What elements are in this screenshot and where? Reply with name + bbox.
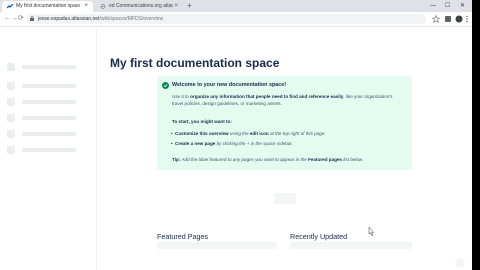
- new-tab-button[interactable]: +: [187, 0, 192, 12]
- forward-button[interactable]: →: [11, 13, 18, 25]
- screen-edge: [472, 0, 480, 270]
- skeleton-bar: [22, 84, 76, 88]
- tip-bold: Featured pages: [308, 157, 343, 162]
- skeleton-bar: [22, 116, 76, 120]
- url-host: jesse.espadas.atlassian.net: [38, 16, 100, 22]
- skeleton-icon: [7, 130, 15, 138]
- url-text: jesse.espadas.atlassian.net/wiki/spaces/…: [38, 14, 163, 24]
- panel-intro: Use it to organize any information that …: [172, 94, 404, 107]
- skeleton-bar: [22, 65, 76, 69]
- browser-toolbar: ← → ⟳ jesse.espadas.atlassian.net/wiki/s…: [0, 12, 472, 27]
- panel-heading: Welcome to your new documentation space!: [172, 82, 287, 88]
- address-bar[interactable]: jesse.espadas.atlassian.net/wiki/spaces/…: [26, 14, 426, 24]
- featured-pages-skeleton: [157, 242, 277, 249]
- confluence-icon: [7, 4, 13, 9]
- close-window-button[interactable]: ✕: [460, 0, 465, 12]
- lock-icon: [30, 16, 34, 21]
- bullet-bold: Create a new page: [175, 141, 216, 146]
- featured-pages-heading: Featured Pages: [157, 232, 209, 241]
- loading-placeholder: [274, 193, 296, 204]
- tab-close-icon[interactable]: ×: [84, 1, 88, 12]
- start-text: To start, you might want to:: [172, 119, 232, 124]
- extension-icon[interactable]: [444, 15, 452, 23]
- reload-button[interactable]: ⟳: [18, 13, 24, 25]
- bullet-text: by clicking the + in the space sidebar.: [215, 141, 293, 146]
- recently-updated-heading: Recently Updated: [290, 232, 348, 241]
- tab-close-icon[interactable]: ×: [174, 1, 178, 12]
- info-panel: Welcome to your new documentation space!…: [157, 76, 412, 170]
- recently-updated-skeleton: [290, 242, 412, 249]
- skeleton-icon: [7, 82, 15, 90]
- menu-kebab-icon[interactable]: [465, 15, 469, 23]
- browser-window: My first documentation space × ed Commun…: [0, 0, 472, 270]
- globe-icon: [100, 4, 106, 9]
- back-button[interactable]: ←: [4, 13, 11, 25]
- page-title: My first documentation space: [110, 56, 280, 70]
- help-button[interactable]: [455, 258, 465, 268]
- star-icon[interactable]: [432, 15, 440, 23]
- skeleton-bar: [22, 132, 76, 136]
- bullet-bold: Customize this overview: [175, 131, 229, 136]
- url-path: /wiki/spaces/MFDS/overview: [99, 16, 164, 22]
- tab-documentation-space[interactable]: My first documentation space ×: [2, 1, 93, 12]
- tab-communications[interactable]: ed Communications.org atlassia... ×: [95, 1, 183, 12]
- tab-bar: My first documentation space × ed Commun…: [0, 0, 472, 12]
- panel-tip: Tip: Add the label featured to any pages…: [172, 157, 404, 164]
- profile-avatar-icon[interactable]: [455, 15, 463, 23]
- maximize-button[interactable]: ☐: [445, 0, 450, 12]
- space-sidebar-skeleton: [0, 27, 96, 270]
- tab-title: ed Communications.org atlassia...: [109, 3, 173, 9]
- mouse-cursor-icon: [368, 227, 374, 236]
- bullet-text: at the top right of this page.: [268, 131, 326, 136]
- panel-start-text: To start, you might want to:: [172, 119, 404, 126]
- skeleton-icon: [7, 114, 15, 122]
- skeleton-bar: [22, 100, 76, 104]
- panel-bullet: Customize this overview using the edit i…: [171, 131, 326, 137]
- panel-bullet: Create a new page by clicking the + in t…: [171, 141, 293, 147]
- bullet-bold: edit icon: [249, 131, 269, 136]
- intro-text: Use it to: [172, 94, 191, 99]
- bullet-text: using the: [228, 131, 250, 136]
- intro-bold: organize any information that people nee…: [190, 94, 344, 99]
- minimize-button[interactable]: —: [430, 0, 436, 12]
- check-circle-icon: [162, 82, 169, 89]
- tip-text: list below.: [342, 157, 364, 162]
- tab-title: My first documentation space: [16, 3, 80, 9]
- skeleton-icon: [7, 146, 15, 154]
- skeleton-bar: [22, 148, 76, 152]
- sidebar-divider: [96, 27, 97, 270]
- tip-text: Add the label featured to any pages you …: [180, 157, 309, 162]
- skeleton-icon: [7, 63, 15, 71]
- skeleton-icon: [7, 98, 15, 106]
